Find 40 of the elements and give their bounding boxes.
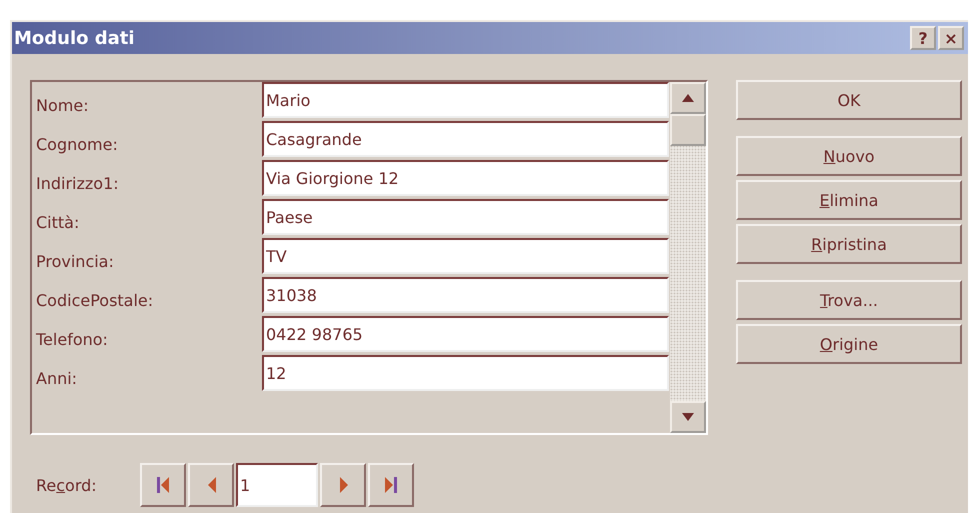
field-label: Indirizzo1:	[36, 172, 120, 192]
input-field[interactable]: Via Giorgione 12	[262, 160, 669, 196]
last-record-button[interactable]	[368, 463, 414, 507]
input-field[interactable]: Casagrande	[262, 121, 669, 157]
input-field[interactable]: Mario	[262, 82, 669, 118]
field-label: Telefono:	[36, 328, 109, 348]
scrollbar[interactable]	[670, 82, 706, 433]
dialog-button[interactable]: Nuovo	[736, 136, 962, 176]
field-label: Provincia:	[36, 250, 115, 270]
input-field[interactable]: 31038	[262, 277, 669, 313]
field-label: Città:	[36, 212, 80, 232]
dialog-button[interactable]: OK	[736, 80, 962, 120]
up-arrow-icon	[682, 94, 694, 102]
input-field[interactable]: 12	[262, 355, 669, 391]
scroll-up-button[interactable]	[670, 82, 706, 114]
close-button[interactable]: ×	[938, 26, 964, 50]
last-record-icon	[385, 477, 397, 493]
first-record-button[interactable]	[140, 463, 186, 507]
help-button[interactable]: ?	[910, 26, 936, 50]
scroll-down-button[interactable]	[670, 401, 706, 433]
scroll-thumb[interactable]	[670, 114, 706, 146]
field-label: Nome:	[36, 94, 90, 114]
previous-record-button[interactable]	[188, 463, 234, 507]
first-record-icon	[157, 477, 169, 493]
input-field[interactable]: 0422 98765	[262, 316, 669, 352]
field-label: Anni:	[36, 368, 78, 388]
dialog-button[interactable]: Origine	[736, 324, 962, 364]
dialog-button[interactable]: Elimina	[736, 180, 962, 220]
field-label: Cognome:	[36, 134, 119, 154]
input-field[interactable]: TV	[262, 238, 669, 274]
record-number-field[interactable]: 1	[236, 463, 318, 507]
next-record-button[interactable]	[320, 463, 366, 507]
down-arrow-icon	[682, 413, 694, 421]
dialog-button[interactable]: Trova...	[736, 280, 962, 320]
next-icon	[337, 477, 349, 493]
input-field[interactable]: Paese	[262, 199, 669, 235]
field-label: CodicePostale:	[36, 290, 154, 310]
window-title: Modulo dati	[14, 28, 135, 48]
record-label: Record:	[36, 476, 98, 494]
dialog-button[interactable]: Ripristina	[736, 224, 962, 264]
